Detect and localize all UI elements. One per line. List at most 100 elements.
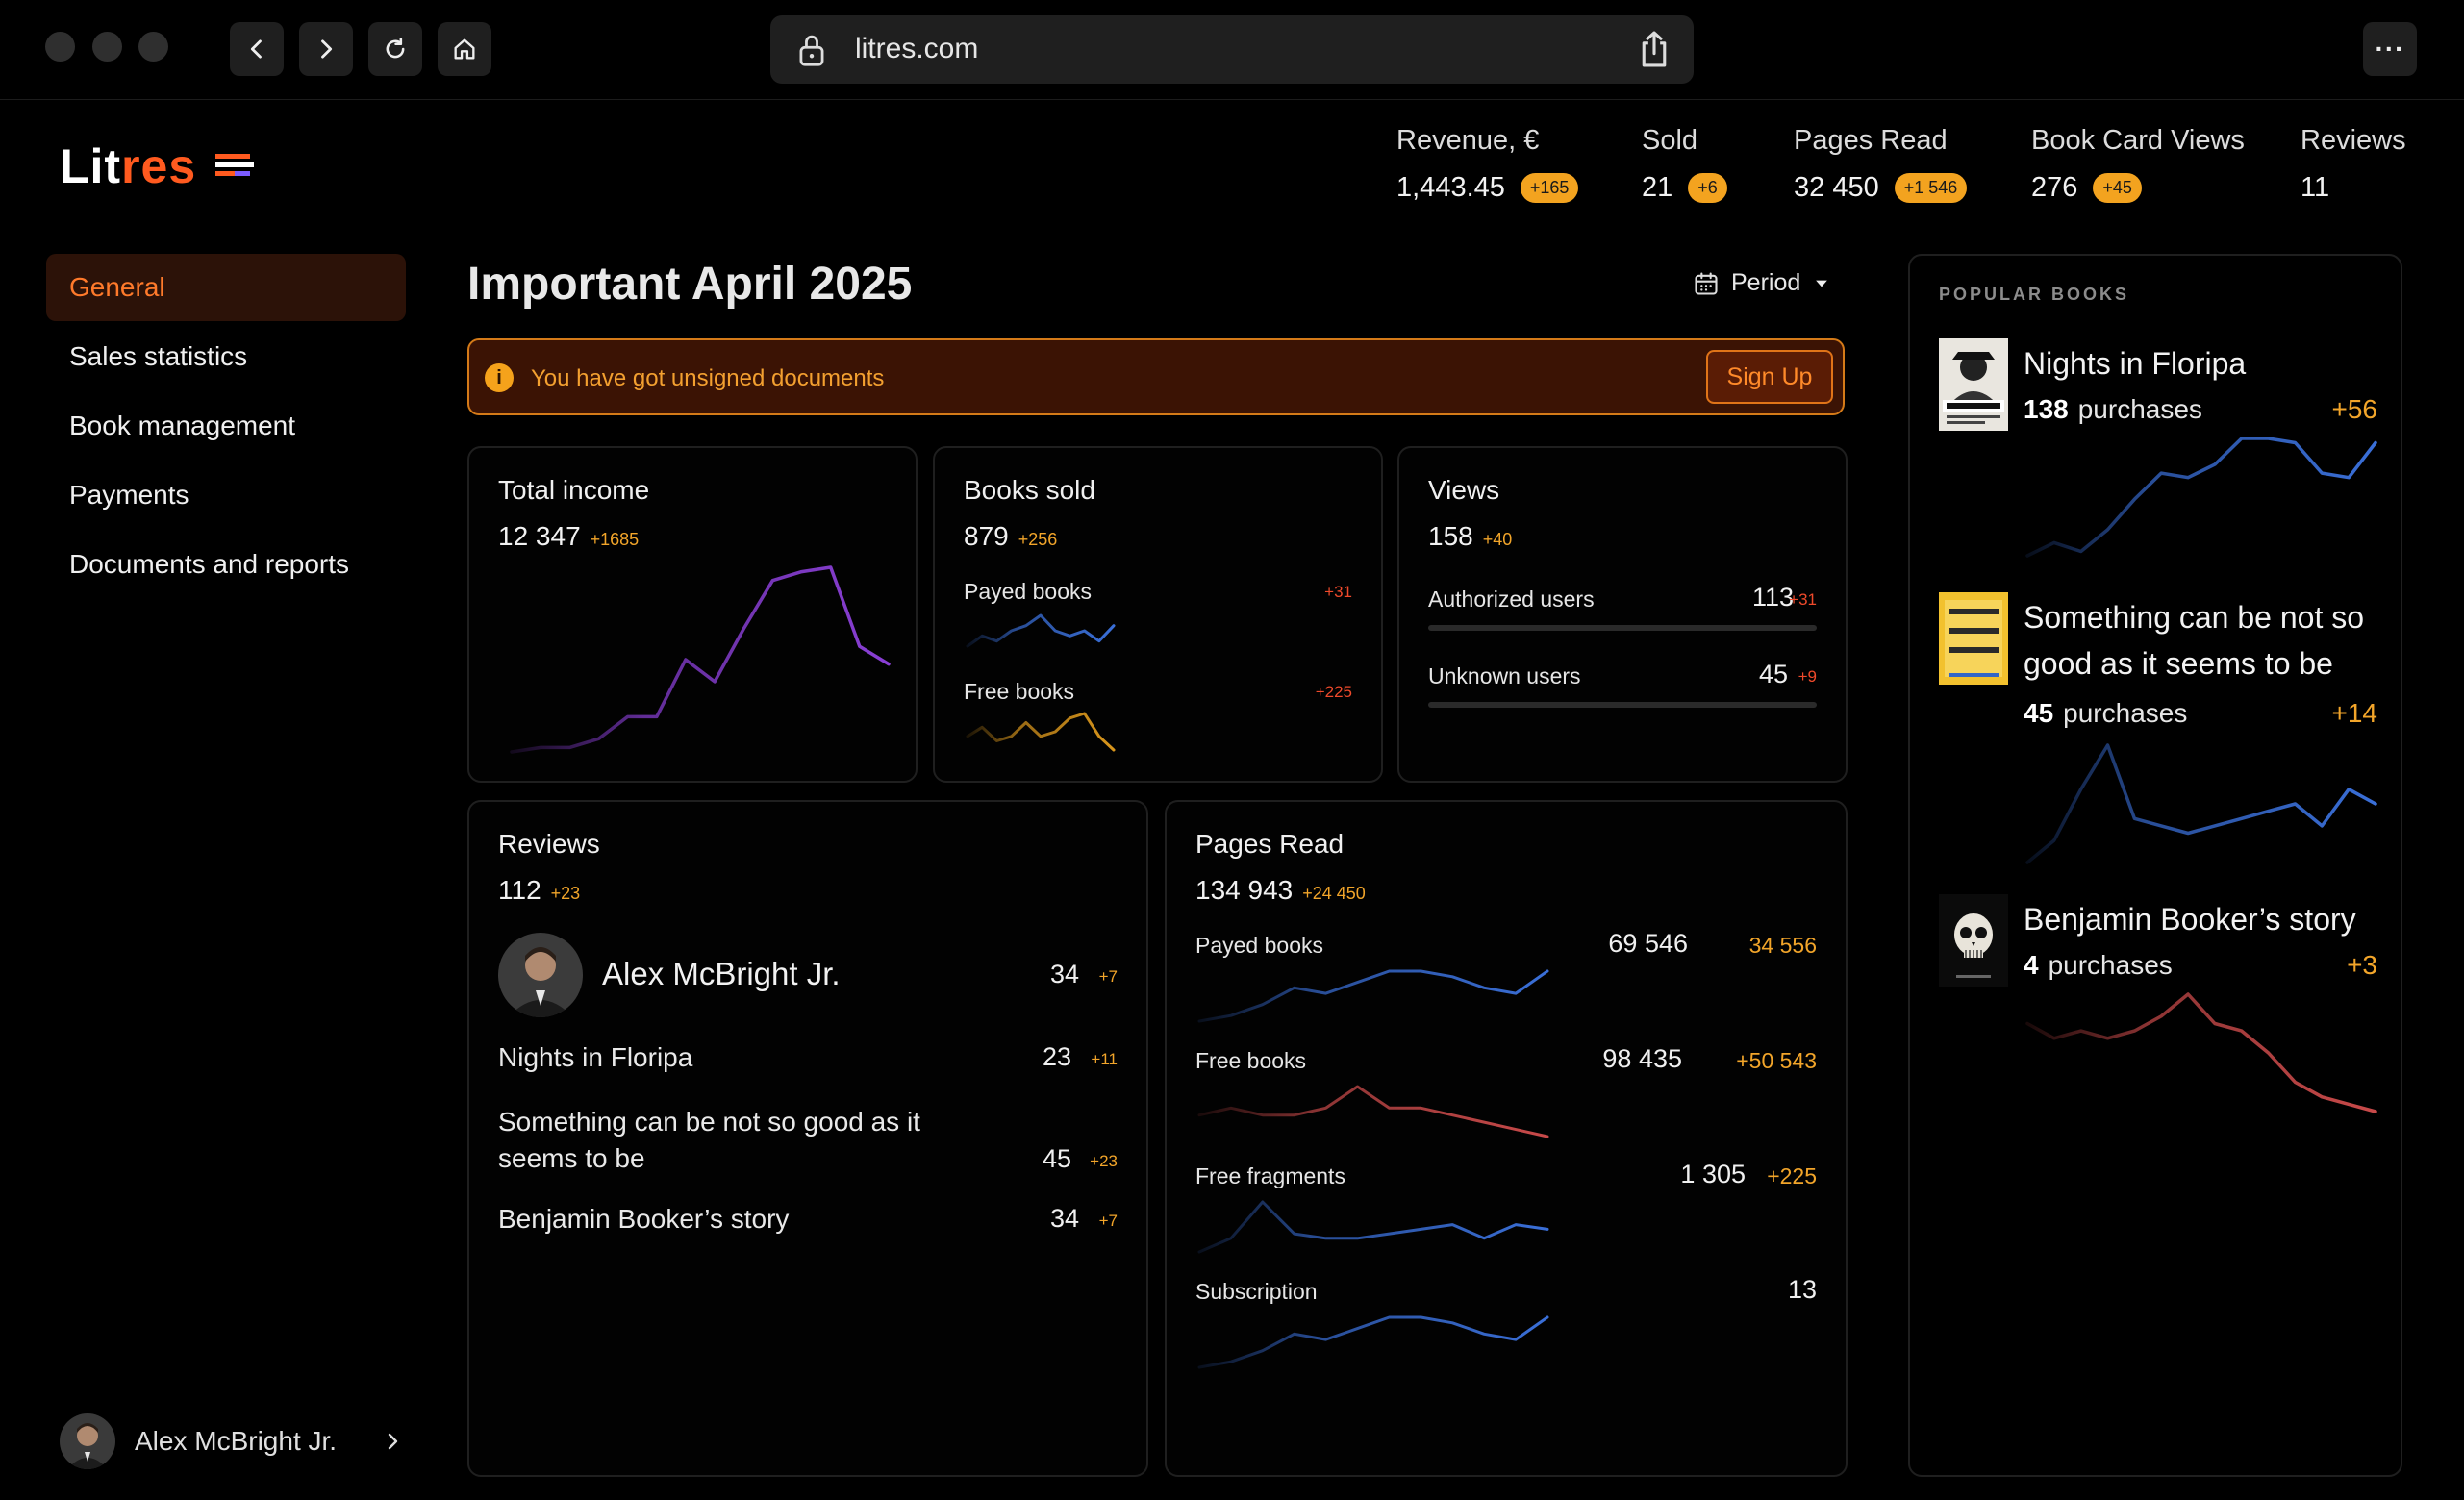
popular-books-heading: POPULAR BOOKS	[1939, 285, 2130, 304]
top-stat-sold: Sold 21 +6	[1642, 125, 1727, 204]
pages-row-label: Payed books	[1195, 933, 1323, 958]
share-icon[interactable]	[1636, 30, 1672, 68]
sidebar-item-payments[interactable]: Payments	[46, 462, 406, 529]
book-purchases-delta: +14	[2331, 698, 2378, 728]
pages-row-value: 13	[1787, 1275, 1817, 1304]
authorized-users-value: 113	[1751, 583, 1794, 612]
info-icon: i	[485, 363, 514, 392]
popular-books-panel: POPULAR BOOKS Nights in Floripa 138 purch…	[1908, 254, 2402, 1477]
home-icon	[454, 38, 475, 60]
top-stat-delta-badge: +165	[1520, 173, 1579, 203]
review-book-delta: +11	[1091, 1050, 1118, 1068]
pages-row-label: Free books	[1195, 1048, 1307, 1073]
logo-mark-icon	[215, 154, 255, 176]
card-value: 112	[498, 875, 541, 905]
book-title: Nights in Floripa	[2024, 346, 2247, 381]
more-options-button[interactable]: ···	[2363, 22, 2417, 76]
sparkline-path	[2025, 743, 2377, 864]
card-value: 879	[964, 521, 1009, 551]
income-sparkline	[510, 565, 891, 754]
book-purchases-delta: +3	[2347, 950, 2377, 980]
window-maximize-button[interactable]	[138, 32, 168, 62]
book-purchases-count: 138	[2024, 394, 2069, 424]
sidebar-item-documents-and-reports[interactable]: Documents and reports	[46, 531, 406, 598]
review-book-count: 34	[1049, 1204, 1079, 1233]
home-button[interactable]	[438, 22, 491, 76]
book-title: Something can be not so good as it seems…	[2024, 600, 2365, 681]
card-value: 12 347	[498, 521, 581, 551]
card-title: Views	[1428, 475, 1500, 505]
sidebar-item-general[interactable]: General	[46, 254, 406, 321]
unknown-users-delta: +9	[1798, 667, 1817, 686]
subscription-pages-sparkline	[1197, 1315, 1549, 1369]
back-button[interactable]	[230, 22, 284, 76]
unknown-users-label: Unknown users	[1428, 663, 1581, 688]
card-delta: +256	[1018, 530, 1058, 549]
views-card: Views 158 +40 Authorized users 113 +31 Un…	[1397, 446, 1848, 783]
payed-books-sparkline	[966, 613, 1116, 648]
page-title: Important April 2025	[467, 259, 913, 310]
lock-icon	[799, 35, 824, 66]
book-sales-sparkline	[2025, 437, 2377, 558]
top-stat-value: 276	[2031, 172, 2078, 203]
payed-books-pages-sparkline	[1197, 969, 1549, 1023]
popular-book-item[interactable]: Nights in Floripa 138 purchases +56	[1939, 338, 2377, 569]
author-avatar	[498, 933, 583, 1017]
top-stat-label: Book Card Views	[2031, 125, 2245, 156]
chevron-right-icon	[388, 1433, 398, 1450]
total-income-card: Total income 12 347 +1685	[467, 446, 918, 783]
popular-book-item[interactable]: Benjamin Booker’s story 4 purchases +3	[1939, 894, 2377, 1125]
address-bar[interactable]: litres.com	[770, 15, 1694, 84]
review-book-delta: +23	[1090, 1152, 1118, 1170]
top-stat-label: Revenue, €	[1396, 125, 1540, 156]
ellipsis-icon: ···	[2375, 34, 2405, 63]
author-review-delta: +7	[1098, 967, 1118, 986]
review-book-count: 45	[1042, 1144, 1071, 1173]
card-value: 134 943	[1195, 875, 1294, 905]
sparkline-path	[510, 565, 891, 754]
top-stat-delta-badge: +1 546	[1894, 173, 1968, 203]
calendar-icon	[1695, 271, 1718, 295]
reload-button[interactable]	[368, 22, 422, 76]
alert-message: You have got unsigned documents	[531, 365, 885, 391]
top-stat-value: 32 450	[1794, 172, 1879, 203]
unknown-users-value: 45	[1758, 660, 1788, 688]
sign-up-button[interactable]: Sign Up	[1706, 350, 1833, 404]
book-cover-image	[1939, 894, 2008, 987]
window-minimize-button[interactable]	[92, 32, 122, 62]
author-name: Alex McBright Jr.	[602, 956, 841, 991]
sparkline-path	[1197, 1200, 1549, 1254]
pages-row-value: 69 546	[1608, 929, 1688, 958]
sparkline-path	[1197, 1315, 1549, 1369]
sparkline-path	[966, 712, 1116, 752]
top-stat-revenue: Revenue, € 1,443.45 +165	[1396, 125, 1579, 204]
litres-logo[interactable]: Lit res	[60, 138, 255, 194]
sidebar-item-book-management[interactable]: Book management	[46, 392, 406, 460]
authorized-users-bar	[1428, 625, 1817, 631]
top-stat-value: 1,443.45	[1396, 172, 1505, 203]
review-book-title: Nights in Floripa	[498, 1042, 693, 1072]
user-profile-link[interactable]: Alex McBright Jr.	[60, 1413, 404, 1469]
sidebar-item-sales-statistics[interactable]: Sales statistics	[46, 323, 406, 390]
window-close-button[interactable]	[45, 32, 75, 62]
popular-book-item[interactable]: Something can be not so good as it seems…	[1939, 592, 2377, 871]
period-label: Period	[1731, 269, 1801, 296]
card-title: Reviews	[498, 829, 600, 859]
book-cover-image	[1939, 338, 2008, 431]
logo-text-left: Lit	[60, 139, 122, 193]
top-stat-label: Pages Read	[1794, 125, 1948, 156]
books-sold-card: Books sold 879 +256 Payed books +31 Free …	[933, 446, 1383, 783]
sparkline-path	[966, 613, 1116, 648]
forward-button[interactable]	[299, 22, 353, 76]
url-text: litres.com	[855, 33, 979, 64]
sparkline-path	[2025, 992, 2377, 1113]
review-book-title: Something can be not so good as it seems…	[498, 1107, 920, 1173]
card-title: Total income	[498, 475, 650, 505]
review-book-title: Benjamin Booker’s story	[498, 1204, 790, 1234]
book-cover-image	[1939, 592, 2008, 685]
period-dropdown[interactable]: Period	[1693, 269, 1831, 297]
pages-row-label: Subscription	[1195, 1279, 1318, 1304]
card-delta: +1685	[590, 530, 640, 549]
top-stat-delta-badge: +6	[1688, 173, 1727, 203]
card-delta: +24 450	[1302, 884, 1366, 903]
